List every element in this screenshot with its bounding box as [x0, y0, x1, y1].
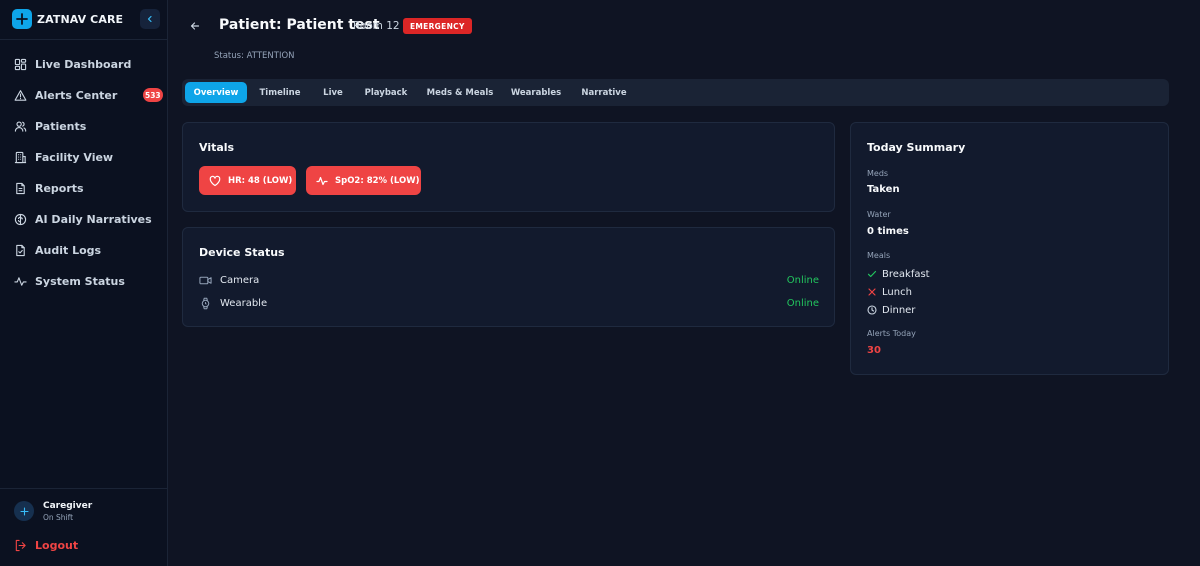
sidebar-item-label: System Status [35, 274, 125, 288]
vital-heart-rate[interactable]: HR: 48 (LOW) [199, 166, 296, 195]
logout-icon [15, 539, 26, 552]
sidebar-divider [0, 39, 168, 40]
today-summary-title: Today Summary [867, 141, 966, 154]
vitals-title: Vitals [199, 141, 235, 154]
vitals-card: Vitals HR: 48 (LOW) SpO2: 82% (LOW) [182, 122, 835, 212]
logout-button[interactable]: Logout [14, 539, 78, 552]
sidebar-item-label: Facility View [35, 150, 114, 164]
tab-bar: Overview Timeline Live Playback Meds & M… [182, 79, 1169, 106]
alerts-today-value: 30 [867, 345, 881, 356]
patient-status: Status: ATTENTION [214, 51, 295, 61]
sidebar-item-label: Alerts Center [35, 88, 118, 102]
sidebar-item-alerts-center[interactable]: Alerts Center 533 [8, 81, 163, 109]
meds-value: Taken [867, 184, 900, 195]
meds-label: Meds [867, 169, 889, 178]
device-status-card: Device Status Camera Online Wearable Onl… [182, 227, 835, 327]
tab-narrative[interactable]: Narrative [576, 82, 632, 103]
meal-dinner: Dinner [867, 303, 915, 317]
sidebar-item-label: Live Dashboard [35, 57, 132, 71]
clock-icon [867, 305, 877, 315]
check-icon [867, 270, 877, 278]
water-label: Water [867, 210, 891, 219]
sidebar: ZATNAV CARE Live Dashboard Alerts Center… [0, 0, 168, 566]
tab-wearables[interactable]: Wearables [506, 82, 566, 103]
meal-name: Lunch [882, 286, 912, 298]
sidebar-item-live-dashboard[interactable]: Live Dashboard [8, 50, 160, 78]
alerts-count-badge: 533 [143, 88, 163, 102]
heart-icon [209, 175, 221, 186]
device-status: Online [786, 274, 819, 286]
room-number: Room 12 [353, 20, 400, 32]
dashboard-icon [14, 58, 27, 70]
pulse-icon [316, 176, 328, 185]
brand[interactable]: ZATNAV CARE [12, 8, 123, 30]
alerts-today-label: Alerts Today [867, 329, 916, 338]
sidebar-item-label: Patients [35, 119, 87, 133]
device-name: Wearable [220, 297, 268, 309]
sidebar-item-system-status[interactable]: System Status [8, 267, 160, 295]
back-button[interactable] [187, 18, 203, 34]
user-status: On Shift [43, 513, 74, 522]
building-icon [14, 151, 27, 163]
users-icon [14, 120, 27, 132]
sidebar-divider [0, 488, 168, 489]
file-check-icon [16, 244, 25, 256]
sidebar-item-patients[interactable]: Patients [8, 112, 160, 140]
avatar[interactable] [14, 501, 34, 521]
logout-label: Logout [35, 539, 79, 552]
brand-logo-icon [12, 9, 32, 29]
tab-live[interactable]: Live [316, 82, 350, 103]
user-name: Caregiver [43, 501, 93, 511]
plus-icon [19, 506, 29, 516]
device-status: Online [786, 297, 819, 309]
meal-name: Breakfast [882, 268, 930, 280]
device-row-camera: Camera Online [199, 272, 819, 288]
vital-spo2[interactable]: SpO2: 82% (LOW) [306, 166, 421, 195]
sidebar-item-label: AI Daily Narratives [35, 212, 152, 226]
emergency-badge: EMERGENCY [403, 18, 472, 34]
sidebar-item-label: Reports [35, 181, 84, 195]
collapse-sidebar-button[interactable] [140, 9, 160, 29]
watch-icon [201, 297, 210, 309]
vital-heart-rate-label: HR: 48 (LOW) [228, 175, 293, 186]
vital-spo2-label: SpO2: 82% (LOW) [335, 175, 420, 186]
x-icon [868, 288, 876, 296]
camera-icon [199, 276, 212, 284]
sidebar-item-label: Audit Logs [35, 243, 102, 257]
meal-breakfast: Breakfast [867, 267, 930, 281]
sidebar-item-reports[interactable]: Reports [8, 174, 160, 202]
device-name: Camera [220, 274, 260, 286]
water-value: 0 times [867, 226, 909, 237]
tab-playback[interactable]: Playback [359, 82, 413, 103]
arrow-left-icon [190, 22, 200, 30]
file-text-icon [16, 182, 25, 194]
today-summary-card: Today Summary Meds Taken Water 0 times M… [850, 122, 1169, 375]
device-status-title: Device Status [199, 246, 285, 259]
sidebar-item-facility-view[interactable]: Facility View [8, 143, 160, 171]
brand-name: ZATNAV CARE [37, 12, 124, 26]
tab-timeline[interactable]: Timeline [252, 82, 308, 103]
tab-overview[interactable]: Overview [185, 82, 247, 103]
sidebar-item-audit-logs[interactable]: Audit Logs [8, 236, 160, 264]
chevron-left-icon [147, 15, 152, 23]
brain-icon [14, 213, 27, 225]
device-row-wearable: Wearable Online [199, 295, 819, 311]
meals-label: Meals [867, 251, 891, 260]
sidebar-item-ai-daily-narratives[interactable]: AI Daily Narratives [8, 205, 160, 233]
activity-icon [14, 276, 27, 286]
meal-lunch: Lunch [867, 285, 912, 299]
meal-name: Dinner [882, 304, 916, 316]
tab-meds-meals[interactable]: Meds & Meals [422, 82, 498, 103]
alert-triangle-icon [14, 89, 27, 101]
